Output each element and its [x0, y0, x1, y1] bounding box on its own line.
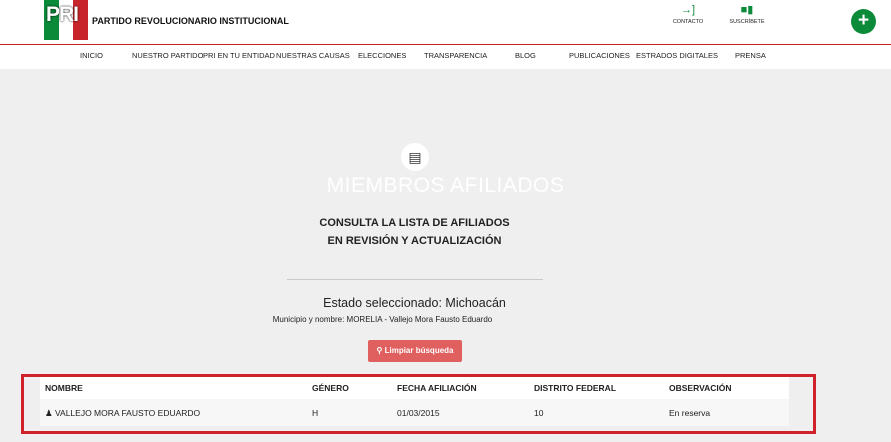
- subtitle-line-1: CONSULTA LA LISTA DE AFILIADOS: [319, 217, 510, 229]
- nav-prensa[interactable]: PRENSA: [735, 51, 766, 60]
- contact-link[interactable]: →] CONTACTO: [658, 4, 718, 25]
- nav-nuestras-causas[interactable]: NUESTRAS CAUSAS: [276, 51, 350, 60]
- nav-pri-en-tu-entidad[interactable]: PRI EN TU ENTIDAD: [203, 51, 275, 60]
- section-divider: [287, 279, 543, 280]
- page-title: MIEMBROS AFILIADOS: [326, 174, 565, 197]
- nav-blog[interactable]: BLOG: [515, 51, 536, 60]
- site-header: PRI PARTIDO REVOLUCIONARIO INSTITUCIONAL…: [0, 0, 891, 45]
- subscribe-link[interactable]: ■▮ SUSCRÍBETE: [717, 4, 777, 25]
- highlight-box: [21, 374, 816, 434]
- clear-search-button[interactable]: ⚲ Limpiar búsqueda: [368, 340, 462, 362]
- nav-inicio[interactable]: INICIO: [80, 51, 103, 60]
- contact-label: CONTACTO: [672, 19, 704, 25]
- nav-publicaciones[interactable]: PUBLICACIONES: [569, 51, 630, 60]
- nav-transparencia[interactable]: TRANSPARENCIA: [424, 51, 487, 60]
- add-button[interactable]: +: [851, 9, 876, 34]
- selected-municipality: Municipio y nombre: MORELIA - Vallejo Mo…: [272, 315, 493, 324]
- nav-nuestro-partido[interactable]: NUESTRO PARTIDO: [132, 51, 203, 60]
- main-nav: INICIO NUESTRO PARTIDO PRI EN TU ENTIDAD…: [0, 45, 891, 69]
- search-icon: ⚲: [376, 346, 383, 355]
- subtitle-line-2: EN REVISIÓN Y ACTUALIZACIÓN: [327, 235, 502, 247]
- party-name[interactable]: PARTIDO REVOLUCIONARIO INSTITUCIONAL: [92, 16, 289, 26]
- clear-search-label: Limpiar búsqueda: [384, 346, 454, 355]
- sign-in-icon: →]: [681, 4, 696, 16]
- selected-state: Estado seleccionado: Michoacán: [323, 296, 506, 310]
- id-card-icon: ■▮: [740, 4, 754, 16]
- nav-estrados-digitales[interactable]: ESTRADOS DIGITALES: [636, 51, 718, 60]
- id-badge-icon: ▤: [401, 143, 429, 171]
- nav-elecciones[interactable]: ELECCIONES: [358, 51, 406, 60]
- subscribe-label: SUSCRÍBETE: [729, 19, 765, 25]
- logo-text: PRI: [46, 3, 79, 26]
- page-subtitle: CONSULTA LA LISTA DE AFILIADOS EN REVISI…: [0, 214, 829, 250]
